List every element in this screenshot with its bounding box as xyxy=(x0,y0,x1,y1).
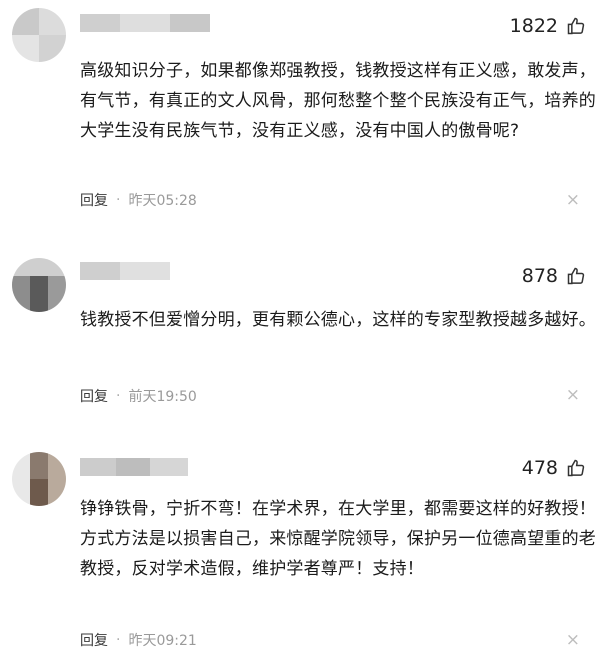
meta-separator: · xyxy=(116,388,121,404)
like-count-label: 478 xyxy=(521,457,558,479)
timestamp: 前天19:50 xyxy=(128,389,197,405)
reply-button[interactable]: 回复 xyxy=(80,386,108,406)
comment-meta: 回复 · 前天19:50 xyxy=(80,386,197,406)
avatar[interactable] xyxy=(12,8,66,62)
timestamp: 昨天09:21 xyxy=(128,633,197,649)
avatar[interactable] xyxy=(12,258,66,312)
comment-text: 钱教授不但爱憎分明，更有颗公德心，这样的专家型教授越多越好。 xyxy=(80,310,596,330)
username-blurred[interactable] xyxy=(80,458,188,476)
thumbs-up-icon[interactable] xyxy=(566,458,586,478)
comment-text: 铮铮铁骨，宁折不弯！在学术界，在大学里，都需要这样的好教授！方式方法是以损害自己… xyxy=(80,499,596,579)
thumbs-up-icon[interactable] xyxy=(566,266,586,286)
thumbs-up-icon[interactable] xyxy=(566,16,586,36)
username-blurred[interactable] xyxy=(80,14,210,32)
like-count-label: 878 xyxy=(521,265,558,287)
avatar[interactable] xyxy=(12,452,66,506)
close-icon[interactable]: × xyxy=(566,190,580,210)
close-icon[interactable]: × xyxy=(566,630,580,650)
like-count[interactable]: 878 xyxy=(522,265,586,287)
username-blurred[interactable] xyxy=(80,262,170,280)
comment-meta: 回复 · 昨天09:21 xyxy=(80,630,197,650)
like-count[interactable]: 1822 xyxy=(510,15,586,37)
timestamp: 昨天05:28 xyxy=(128,193,197,209)
reply-button[interactable]: 回复 xyxy=(80,630,108,650)
meta-separator: · xyxy=(116,192,121,208)
reply-button[interactable]: 回复 xyxy=(80,190,108,210)
close-icon[interactable]: × xyxy=(566,385,580,405)
comment-meta: 回复 · 昨天05:28 xyxy=(80,190,197,210)
like-count-label: 1822 xyxy=(509,15,558,37)
meta-separator: · xyxy=(116,632,121,648)
comment-text: 高级知识分子，如果都像郑强教授，钱教授这样有正义感，敢发声，有气节，有真正的文人… xyxy=(80,61,596,141)
like-count[interactable]: 478 xyxy=(522,457,586,479)
